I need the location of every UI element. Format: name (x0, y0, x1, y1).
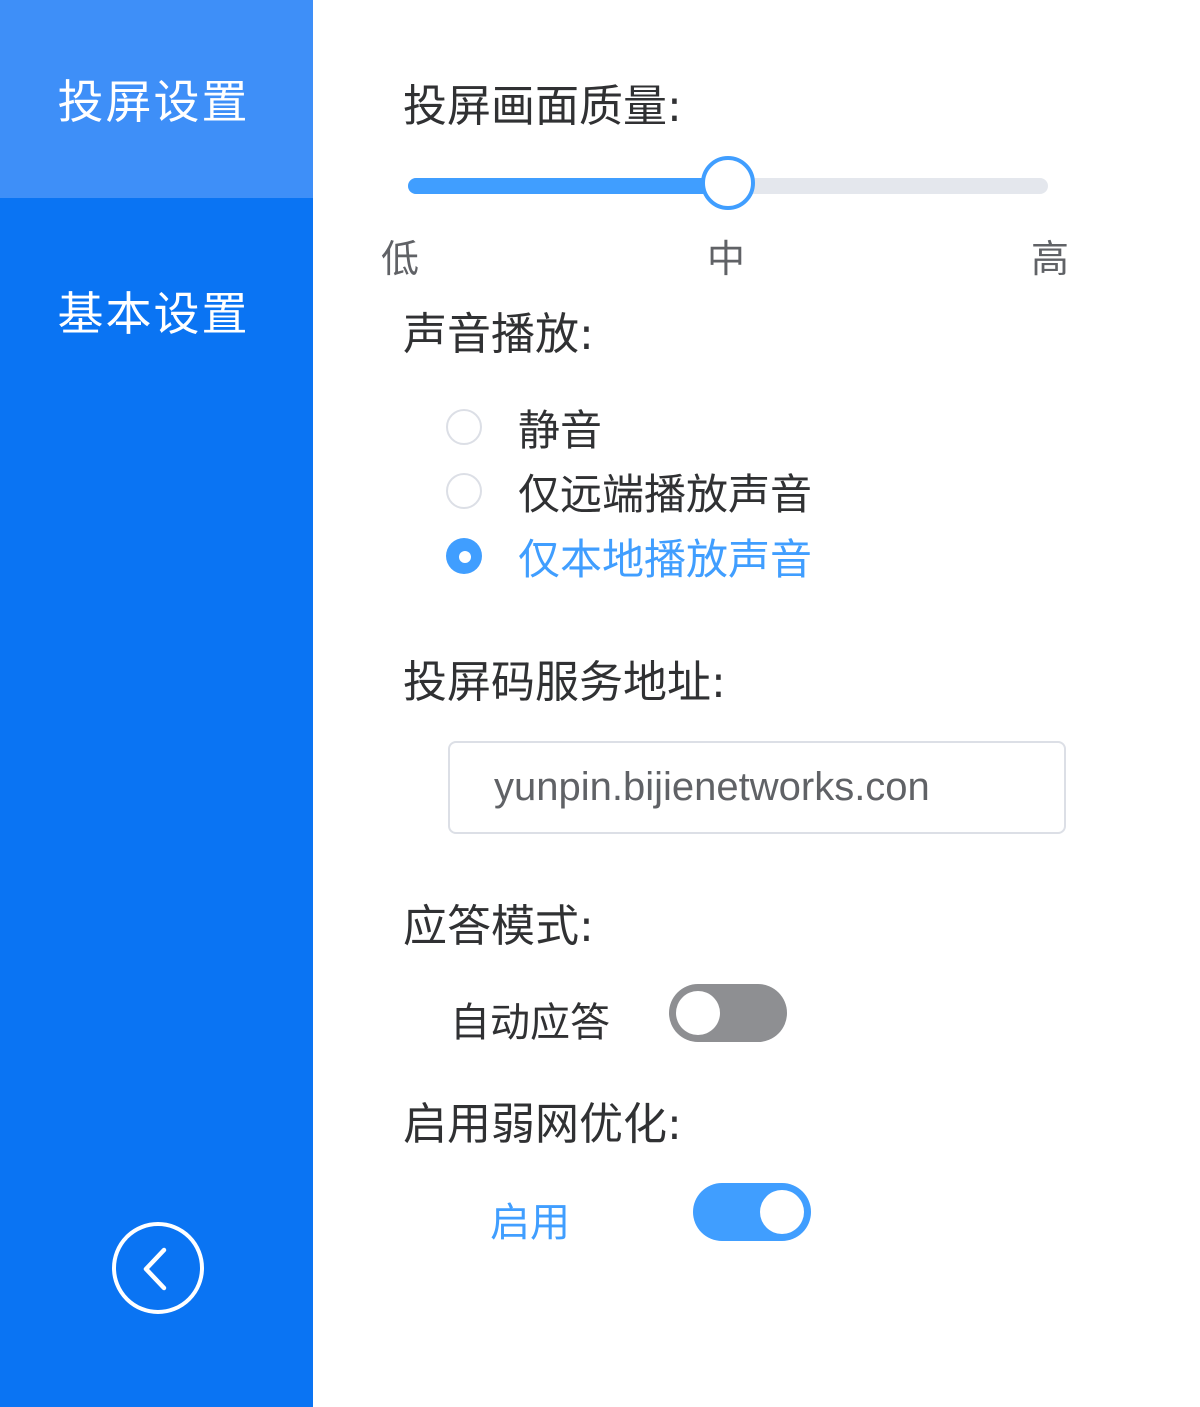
weaknet-label: 启用弱网优化: (403, 1099, 682, 1150)
weaknet-switch[interactable] (693, 1183, 811, 1241)
back-button[interactable] (112, 1222, 204, 1314)
tick-high: 高 (1031, 237, 1070, 281)
quality-label: 投屏画面质量: (403, 81, 682, 132)
switch-knob (760, 1190, 804, 1234)
server-address-input[interactable]: yunpin.bijienetworks.con (448, 741, 1066, 834)
tick-low: 低 (381, 237, 420, 281)
server-address-value: yunpin.bijienetworks.con (494, 765, 930, 809)
radio-label: 仅本地播放声音 (518, 534, 813, 584)
switch-knob (676, 991, 720, 1035)
radio-local-only[interactable]: 仅本地播放声音 (446, 531, 812, 584)
radio-circle[interactable] (446, 538, 482, 574)
slider-fill (408, 178, 728, 194)
radio-circle[interactable] (446, 409, 482, 445)
chevron-left-circle-icon (143, 1247, 167, 1291)
sidebar: 投屏设置 基本设置 (0, 0, 313, 1407)
radio-label: 仅远端播放声音 (518, 469, 813, 519)
radio-circle[interactable] (446, 473, 482, 509)
radio-label: 静音 (518, 405, 603, 455)
weaknet-switch-label: 启用 (490, 1200, 570, 1246)
sidebar-item-screen-settings[interactable]: 投屏设置 (0, 0, 313, 198)
tick-mid: 中 (707, 237, 746, 281)
radio-remote-only[interactable]: 仅远端播放声音 (446, 466, 812, 519)
slider-handle[interactable] (701, 156, 755, 210)
sidebar-item-label: 基本设置 (57, 287, 250, 341)
quality-slider[interactable] (408, 156, 1048, 210)
server-label: 投屏码服务地址: (403, 657, 726, 708)
auto-answer-label: 自动应答 (450, 1000, 610, 1046)
sidebar-item-label: 投屏设置 (57, 75, 250, 129)
sound-label: 声音播放: (403, 309, 594, 360)
answer-label: 应答模式: (403, 901, 594, 952)
auto-answer-switch[interactable] (669, 984, 787, 1042)
sidebar-item-basic-settings[interactable]: 基本设置 (0, 212, 313, 410)
radio-mute[interactable]: 静音 (446, 402, 602, 455)
